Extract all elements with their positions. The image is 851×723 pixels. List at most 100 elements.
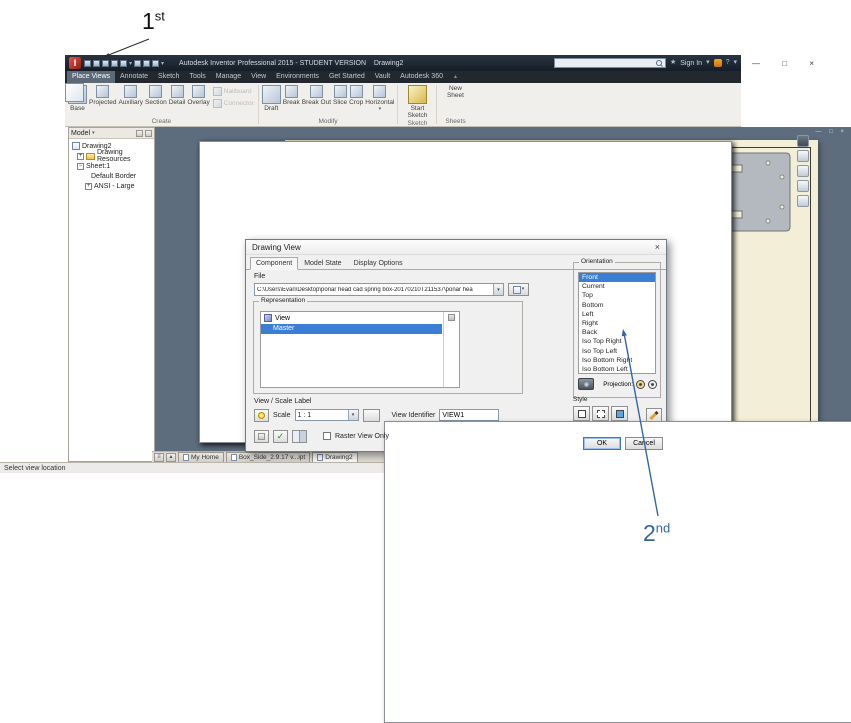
orientation-item-iso-top-left[interactable]: Iso Top Left: [579, 347, 655, 356]
change-view-orientation-camera-icon[interactable]: [578, 378, 594, 390]
hidden-line-removed-style-button[interactable]: [592, 406, 609, 421]
tab-my-home[interactable]: My Home: [178, 452, 224, 462]
orientation-item-current[interactable]: Current: [579, 282, 655, 291]
sign-in-dropdown-icon[interactable]: ▾: [706, 58, 710, 68]
scale-combo-caret-icon[interactable]: ▾: [347, 410, 358, 420]
restore-button[interactable]: □: [782, 59, 787, 68]
orientation-item-iso-bottom-right[interactable]: Iso Bottom Right: [579, 356, 655, 365]
auxiliary-button[interactable]: Auxiliary: [117, 84, 144, 107]
new-file-icon[interactable]: [84, 59, 91, 67]
scale-label-toggle-button[interactable]: [362, 408, 851, 723]
ribbon-tab-sketch[interactable]: Sketch: [153, 71, 184, 83]
tree-item-drawing-resources[interactable]: + Drawing Resources: [69, 149, 154, 163]
scale-visibility-button[interactable]: [254, 408, 269, 422]
ribbon-tab-get-started[interactable]: Get Started: [324, 71, 370, 83]
sheets-group-label[interactable]: Sheets: [437, 118, 473, 126]
hidden-line-style-button[interactable]: [573, 406, 590, 421]
ribbon-tab-manage[interactable]: Manage: [211, 71, 246, 83]
overlay-button[interactable]: Overlay: [186, 84, 210, 107]
draft-button[interactable]: Draft: [261, 84, 282, 113]
projected-button[interactable]: Projected: [88, 84, 117, 107]
collapse-icon[interactable]: −: [77, 162, 84, 170]
dialog-tab-display-options[interactable]: Display Options: [348, 257, 409, 270]
settings-button[interactable]: [254, 429, 269, 443]
tree-item-ansi-large[interactable]: + ANSI - Large: [69, 141, 732, 443]
cancel-button[interactable]: Cancel: [625, 437, 663, 450]
orientation-list[interactable]: Front Current Top Bottom Left Right Back…: [578, 272, 656, 374]
preview-split-button[interactable]: [292, 429, 307, 443]
expand-icon[interactable]: +: [85, 182, 92, 190]
file-combo[interactable]: C:\Users\Evan\Desktop\ponar head cad spr…: [254, 283, 504, 296]
open-file-icon[interactable]: [93, 59, 100, 67]
star-icon[interactable]: ★: [670, 58, 676, 68]
connector-button[interactable]: Connector: [212, 99, 254, 108]
horizontal-dropdown-icon[interactable]: ▾: [379, 107, 382, 112]
create-group-label[interactable]: Create: [65, 118, 258, 126]
home-icon[interactable]: [143, 59, 151, 67]
expand-icon[interactable]: +: [77, 152, 84, 160]
undo-dropdown-icon[interactable]: ▾: [129, 60, 132, 67]
break-out-button[interactable]: Break Out: [301, 84, 332, 107]
ribbon-tab-tools[interactable]: Tools: [184, 71, 210, 83]
help-icon[interactable]: ?: [726, 58, 730, 68]
ribbon-tab-view[interactable]: View: [246, 71, 271, 83]
dialog-close-icon[interactable]: ×: [655, 242, 660, 252]
open-existing-file-button[interactable]: ▾: [508, 283, 529, 296]
tab-drawing2[interactable]: Drawing2: [312, 452, 358, 462]
representation-master-row[interactable]: Master: [261, 324, 442, 334]
doc-tabs-up-icon[interactable]: ▴: [166, 453, 176, 462]
browser-model-dropdown[interactable]: Model: [71, 130, 90, 137]
ribbon-tab-vault[interactable]: Vault: [370, 71, 395, 83]
scale-combo[interactable]: 1 : 1 ▾: [294, 409, 359, 421]
browser-model-caret-icon[interactable]: ▾: [92, 130, 95, 136]
sketch-group-label[interactable]: Sketch: [398, 120, 436, 128]
close-button[interactable]: ×: [809, 59, 814, 68]
autodesk-360-icon[interactable]: [713, 59, 722, 67]
third-angle-projection-icon[interactable]: [648, 379, 657, 389]
save-icon[interactable]: [102, 59, 109, 67]
slice-button[interactable]: Slice: [332, 84, 348, 107]
section-button[interactable]: Section: [144, 84, 168, 107]
ribbon-tab-place-views[interactable]: Place Views: [67, 71, 116, 83]
orientation-item-top[interactable]: Top: [579, 291, 655, 300]
ok-button[interactable]: OK: [583, 437, 621, 450]
look-at-icon[interactable]: [797, 195, 809, 207]
ok-preview-toggle-button[interactable]: ✓: [273, 429, 288, 443]
sign-in-button[interactable]: Sign In: [680, 60, 702, 67]
qat-customize-icon[interactable]: ▾: [161, 60, 164, 67]
orbit-icon[interactable]: [797, 180, 809, 192]
edit-view-label-button[interactable]: [646, 408, 662, 422]
new-sheet-button[interactable]: New Sheet: [65, 83, 471, 102]
orientation-item-right[interactable]: Right: [579, 319, 655, 328]
detail-button[interactable]: Detail: [168, 84, 187, 107]
start-sketch-button[interactable]: Start Sketch: [400, 84, 434, 120]
dialog-tab-component[interactable]: Component: [250, 257, 299, 270]
search-input[interactable]: [554, 59, 655, 67]
orientation-item-iso-bottom-left[interactable]: Iso Bottom Left: [579, 365, 655, 373]
ribbon-tab-autodesk-360[interactable]: Autodesk 360: [395, 71, 448, 83]
undo-icon[interactable]: [111, 59, 118, 67]
raster-view-only-checkbox[interactable]: [323, 432, 331, 440]
dialog-title-bar[interactable]: Drawing View ×: [246, 240, 666, 255]
break-button[interactable]: Break: [282, 84, 301, 107]
nailboard-button[interactable]: Nailboard: [212, 87, 254, 96]
orientation-item-iso-top-right[interactable]: Iso Top Right: [579, 337, 655, 346]
navigation-wheel-icon[interactable]: [797, 135, 809, 147]
dialog-tab-model-state[interactable]: Model State: [298, 257, 347, 270]
ribbon-tab-annotate[interactable]: Annotate: [115, 71, 153, 83]
browser-pin-icon[interactable]: [145, 129, 152, 137]
representation-view-node[interactable]: View: [261, 312, 459, 324]
representation-list[interactable]: View Master: [260, 311, 460, 388]
modify-group-label[interactable]: Modify: [259, 118, 398, 126]
shaded-style-button[interactable]: [611, 406, 628, 421]
view-identifier-input[interactable]: [439, 409, 500, 421]
file-combo-caret-icon[interactable]: ▾: [493, 284, 503, 295]
first-angle-projection-icon[interactable]: [636, 379, 645, 389]
tree-item-default-border[interactable]: Default Border: [69, 141, 732, 443]
return-icon[interactable]: [152, 59, 160, 67]
doc-tabs-menu-icon[interactable]: ≡: [154, 453, 164, 462]
orientation-item-front[interactable]: Front: [579, 273, 655, 283]
redo-icon[interactable]: [120, 59, 127, 67]
help-dropdown-icon[interactable]: ▾: [733, 58, 737, 68]
search-icon[interactable]: [655, 60, 662, 66]
